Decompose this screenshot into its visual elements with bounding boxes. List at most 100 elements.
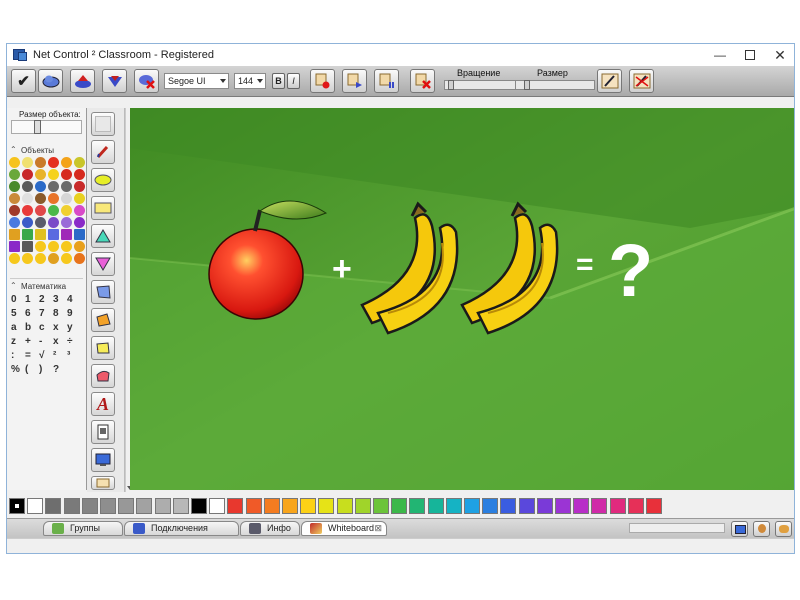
close-icon[interactable]: ✕ xyxy=(765,44,794,66)
balloon-icon[interactable] xyxy=(61,205,72,216)
star-icon[interactable] xyxy=(22,157,33,168)
color-swatch[interactable] xyxy=(646,498,662,514)
color-swatch[interactable] xyxy=(336,498,353,514)
document-tool-button[interactable] xyxy=(91,420,115,444)
font-name-select[interactable]: Segoe UI xyxy=(164,73,229,89)
size-slider-thumb[interactable] xyxy=(524,80,530,90)
orange-shape-tool-button[interactable] xyxy=(91,308,115,332)
star-icon[interactable] xyxy=(35,157,46,168)
question-mark[interactable]: ? xyxy=(608,229,653,312)
math-symbol[interactable]: a xyxy=(11,321,25,334)
math-symbol[interactable]: 1 xyxy=(25,293,39,306)
smiley-icon[interactable] xyxy=(74,241,85,252)
color-swatch[interactable] xyxy=(464,498,480,514)
bring-front-button[interactable] xyxy=(310,69,335,93)
volleyball-icon[interactable] xyxy=(61,193,72,204)
color-swatch[interactable] xyxy=(245,498,262,514)
math-symbol[interactable]: ÷ xyxy=(67,335,81,348)
color-swatch[interactable] xyxy=(27,498,44,514)
color-swatch[interactable] xyxy=(100,498,116,514)
flag-icon[interactable] xyxy=(22,241,33,252)
color-swatch[interactable] xyxy=(118,498,135,514)
color-swatch[interactable] xyxy=(172,498,189,514)
lemon-icon[interactable] xyxy=(74,157,85,168)
balloon-icon[interactable] xyxy=(9,217,20,228)
blue-shape-tool-button[interactable] xyxy=(91,280,115,304)
object-size-thumb[interactable] xyxy=(34,120,41,134)
tab-groups[interactable]: Группы xyxy=(43,521,123,536)
math-symbol[interactable]: 4 xyxy=(67,293,81,306)
orange-icon[interactable] xyxy=(61,157,72,168)
color-swatch[interactable] xyxy=(354,498,371,514)
plus-sign[interactable]: + xyxy=(332,250,352,288)
bicycle-icon[interactable] xyxy=(61,181,72,192)
math-symbol[interactable]: b xyxy=(25,321,39,334)
flag-icon[interactable] xyxy=(35,229,46,240)
smiley-icon[interactable] xyxy=(61,241,72,252)
yellow-shape-tool-button[interactable] xyxy=(91,336,115,360)
pencil-tool-button[interactable] xyxy=(91,140,115,164)
watermelon-icon[interactable] xyxy=(9,181,20,192)
select-tool-button[interactable] xyxy=(91,112,115,136)
color-swatch[interactable] xyxy=(391,498,408,514)
color-swatch[interactable] xyxy=(373,498,389,514)
star-icon[interactable] xyxy=(9,157,20,168)
color-swatch[interactable] xyxy=(536,498,553,514)
color-swatch[interactable] xyxy=(318,498,335,514)
math-symbol[interactable]: ) xyxy=(39,363,53,376)
balloon-icon[interactable] xyxy=(35,217,46,228)
equals-sign[interactable]: = xyxy=(576,248,594,281)
flag-icon[interactable] xyxy=(74,229,85,240)
whiteboard-canvas[interactable]: + = ? xyxy=(130,108,794,490)
color-swatch[interactable] xyxy=(81,498,98,514)
tab-connections[interactable]: Подключения xyxy=(124,521,239,536)
color-swatch[interactable] xyxy=(409,498,426,514)
math-symbol[interactable]: 6 xyxy=(25,307,39,320)
math-symbol[interactable]: z xyxy=(11,335,25,348)
basketball-icon[interactable] xyxy=(9,193,20,204)
smiley-icon[interactable] xyxy=(48,253,59,264)
apple-icon[interactable] xyxy=(48,157,59,168)
bicycle-icon[interactable] xyxy=(48,181,59,192)
strawberry-icon[interactable] xyxy=(61,169,72,180)
tabs-scrollbar[interactable] xyxy=(629,523,725,533)
stamp-button[interactable] xyxy=(102,69,127,93)
car-icon[interactable] xyxy=(35,181,46,192)
rectangle-tool-button[interactable] xyxy=(91,196,115,220)
size-slider[interactable] xyxy=(515,80,595,90)
smiley-icon[interactable] xyxy=(22,253,33,264)
tab-whiteboard[interactable]: Whiteboard ⊠ xyxy=(301,521,387,536)
math-symbol[interactable]: ² xyxy=(53,349,67,362)
color-swatch[interactable] xyxy=(136,498,153,514)
balloon-icon[interactable] xyxy=(48,205,59,216)
color-swatch[interactable] xyxy=(154,498,171,514)
flag-icon[interactable] xyxy=(9,229,20,240)
math-symbol[interactable]: ? xyxy=(53,363,67,376)
math-symbol[interactable] xyxy=(67,363,81,376)
smiley-icon[interactable] xyxy=(9,253,20,264)
delete-layer-button[interactable] xyxy=(410,69,435,93)
bone-icon[interactable] xyxy=(9,205,20,216)
color-swatch[interactable] xyxy=(627,498,644,514)
flag-icon[interactable] xyxy=(48,229,59,240)
car-icon[interactable] xyxy=(22,181,33,192)
smiley-icon[interactable] xyxy=(35,241,46,252)
balloon-icon[interactable] xyxy=(22,217,33,228)
color-swatch[interactable] xyxy=(445,498,462,514)
color-swatch[interactable] xyxy=(555,498,571,514)
text-tool-button[interactable]: A xyxy=(91,392,115,416)
math-symbol[interactable]: - xyxy=(39,335,53,348)
color-swatch[interactable] xyxy=(482,498,499,514)
math-symbol[interactable]: x xyxy=(53,321,67,334)
color-swatch[interactable] xyxy=(300,498,317,514)
color-swatch[interactable] xyxy=(609,498,626,514)
math-symbol[interactable]: y xyxy=(67,321,81,334)
balloon-icon[interactable] xyxy=(74,217,85,228)
users-button[interactable] xyxy=(775,521,792,537)
erase-fill-button[interactable] xyxy=(70,69,95,93)
smiley-icon[interactable] xyxy=(48,241,59,252)
basketball-icon[interactable] xyxy=(48,193,59,204)
math-symbol[interactable]: 9 xyxy=(67,307,81,320)
soccer-ball-icon[interactable] xyxy=(22,193,33,204)
color-swatch[interactable] xyxy=(9,498,25,514)
